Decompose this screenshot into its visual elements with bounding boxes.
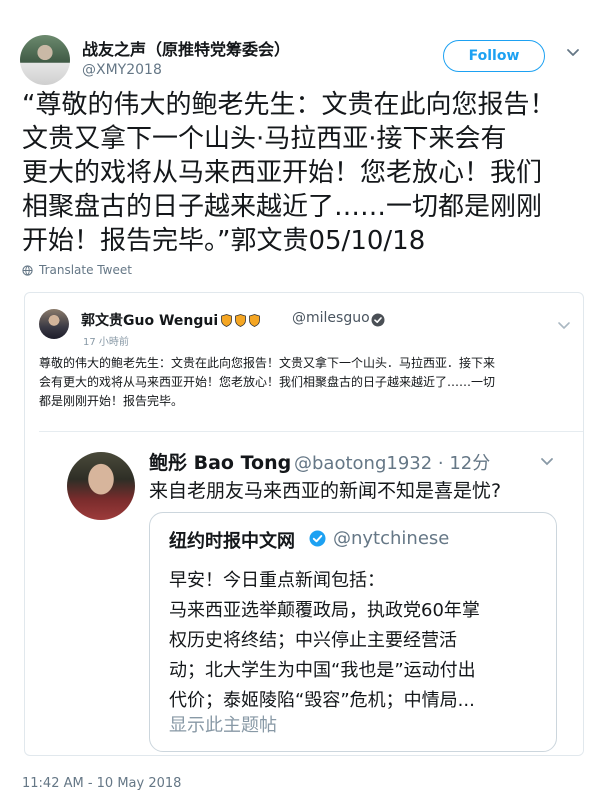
verified-icon: [371, 313, 385, 327]
embedded-author: 郭文贵Guo Wengui: [81, 310, 261, 330]
chevron-down-icon[interactable]: [566, 46, 580, 60]
shield-icon: [235, 314, 247, 327]
chevron-down-icon: [558, 322, 570, 330]
quoted-text: 来自老朋友马来西亚的新闻不知是喜是忧?: [149, 480, 502, 502]
quoted-author-handle: @baotong1932 · 12分: [294, 453, 491, 474]
embedded-author-name: 郭文贵Guo Wengui: [81, 313, 219, 329]
quoted-author-name: 鲍彤 Bao Tong: [149, 452, 292, 474]
user-handle[interactable]: @XMY2018: [82, 62, 162, 78]
translate-tweet-link[interactable]: Translate Tweet: [22, 263, 132, 277]
translate-label[interactable]: Translate Tweet: [39, 263, 132, 277]
avatar: [39, 309, 69, 339]
avatar[interactable]: [20, 35, 70, 85]
follow-button[interactable]: Follow: [443, 40, 545, 72]
embedded-time: 17 小時前: [83, 337, 129, 348]
embedded-text: 尊敬的伟大的鲍老先生：文贵在此向您报告！文贵又拿下一个山头．马拉西亚．接下来 会…: [39, 356, 496, 408]
nested-author-handle: @nytchinese: [333, 528, 450, 549]
nested-author-name: 纽约时报中文网: [169, 531, 295, 552]
chevron-down-icon: [541, 458, 553, 466]
display-name[interactable]: 战友之声（原推特党筹委会）: [82, 36, 290, 60]
avatar: [67, 452, 135, 520]
embedded-author-handle: @milesguo: [292, 310, 370, 326]
globe-icon: [22, 264, 33, 276]
quoted-tweet: 鲍彤 Bao Tong @baotong1932 · 12分 来自老朋友马来西亚…: [39, 431, 583, 755]
verified-icon: [309, 530, 326, 547]
embedded-screenshot: 郭文贵Guo Wengui @milesguo 17 小時前 尊敬的伟大的鲍老先…: [24, 292, 584, 756]
tweet-text: “尊敬的伟大的鲍老先生：文贵在此向您报告！ 文贵又拿下一个山头·马拉西亚·接下来…: [22, 90, 556, 256]
tweet-timestamp[interactable]: 11:42 AM - 10 May 2018: [22, 776, 181, 791]
shield-icon: [249, 314, 261, 327]
nested-quote-card: 纽约时报中文网 @nytchinese 早安！今日重点新闻包括： 马来西亚选举颠…: [149, 512, 557, 752]
shield-icon: [221, 314, 233, 327]
nested-text: 早安！今日重点新闻包括： 马来西亚选举颠覆政局，执政党60年掌 权历史将终结；中…: [169, 570, 480, 711]
show-thread-link: 显示此主题帖: [169, 715, 277, 736]
